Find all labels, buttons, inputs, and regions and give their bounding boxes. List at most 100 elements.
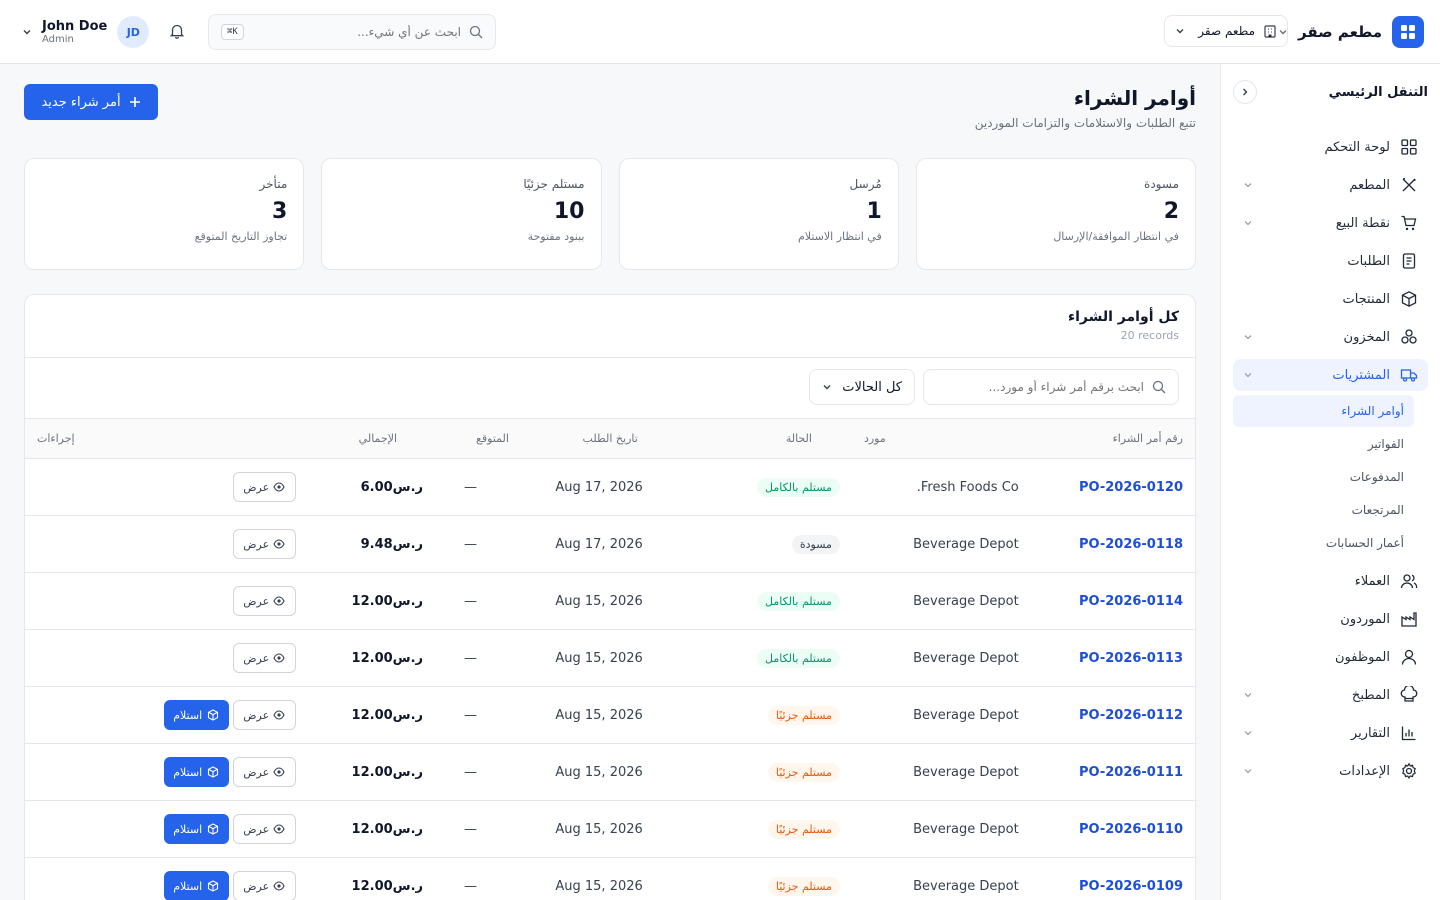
po-number-link[interactable]: PO-2026-0120 [1031,459,1195,516]
chevron-down-icon [1243,728,1253,738]
column-header[interactable]: المتوقع [447,419,537,459]
sidebar-item-dashboard[interactable]: لوحة التحكم [1233,131,1428,163]
table-row[interactable]: PO-2026-0114 Beverage Depot مستلم بالكامل A… [25,573,1195,630]
po-number-link[interactable]: PO-2026-0109 [1031,858,1195,900]
package-icon [207,766,219,778]
status-badge: مسودة [791,534,840,554]
table-header-row: رقم أمر الشراء مورد الحالة تاريخ الطلب ا… [25,418,1195,459]
sidebar-subitem-invoices[interactable]: الفواتير [1233,428,1414,460]
collapse-sidebar-button[interactable] [1233,80,1257,104]
table-row[interactable]: PO-2026-0110 Beverage Depot مستلم جزئيًا Au… [25,801,1195,858]
page-title: أوامر الشراء [1073,86,1196,110]
view-label: عرض [243,765,270,779]
branch-select[interactable]: مطعم صقر [1164,15,1288,47]
chevron-right-icon [1243,88,1248,96]
order-date-cell: Aug 17, 2026 [555,479,643,495]
plus-icon [129,96,141,108]
po-number-link[interactable]: PO-2026-0114 [1031,573,1195,630]
view-button[interactable]: عرض [232,757,296,787]
po-number-link[interactable]: PO-2026-0110 [1031,801,1195,858]
sidebar-item-kitchen[interactable]: المطبخ [1233,679,1428,711]
sidebar-item-customers[interactable]: العملاء [1233,565,1428,597]
total-cell: ر.س12.00 [351,707,424,723]
receive-label: استلام [173,765,203,779]
total-cell: ر.س12.00 [351,821,424,837]
table-row[interactable]: PO-2026-0111 Beverage Depot مستلم جزئيًا Au… [25,744,1195,801]
sidebar-item-label: المنتجات [1342,291,1390,307]
view-button[interactable]: عرض [232,814,296,844]
view-label: عرض [243,822,270,836]
utensils-icon [1400,176,1418,194]
expected-date-cell: — [463,821,477,837]
eye-icon [273,881,285,891]
view-button[interactable]: عرض [232,529,296,559]
orders-search[interactable] [923,369,1179,405]
brand-switcher[interactable]: مطعم صقر [1278,16,1424,48]
sidebar-item-restaurant[interactable]: المطعم [1233,169,1428,201]
actions-cell: عرض [25,573,308,630]
supplier-cell: Beverage Depot [913,536,1019,552]
table-row[interactable]: PO-2026-0112 Beverage Depot مستلم جزئيًا Au… [25,687,1195,744]
chevron-down-icon [1175,26,1185,36]
view-button[interactable]: عرض [232,586,296,616]
table-row[interactable]: PO-2026-0118 Beverage Depot مسودة Aug 17, 2… [25,516,1195,573]
sidebar-item-reports[interactable]: التقارير [1233,717,1428,749]
package-icon [208,766,219,778]
sidebar-item-employees[interactable]: الموظفون [1233,641,1428,673]
row-actions: عرض [97,529,296,559]
global-search[interactable]: K⌘ [208,14,496,50]
eye-icon [273,482,285,492]
status-filter[interactable]: كل الحالات [809,369,915,405]
stat-note: ببنود مفتوحة [527,230,585,243]
view-button[interactable]: عرض [232,871,296,900]
user-menu[interactable]: John Doe Admin JD [22,16,150,48]
sidebar-subitem-purchase-orders[interactable]: أوامر الشراء [1233,395,1414,427]
sidebar-item-settings[interactable]: الإعدادات [1233,755,1428,787]
sidebar-title: التنقل الرئيسي [1328,84,1428,100]
sidebar-subitem-aging[interactable]: أعمار الحسابات [1233,527,1414,559]
view-button[interactable]: عرض [232,643,296,673]
global-search-input[interactable] [251,25,461,39]
purchase-orders-table: رقم أمر الشراء مورد الحالة تاريخ الطلب ا… [25,418,1195,900]
receive-button[interactable]: استلام [163,814,229,844]
po-number-link[interactable]: PO-2026-0118 [1031,516,1195,573]
sidebar-item-suppliers[interactable]: الموردون [1233,603,1428,635]
view-button[interactable]: عرض [232,472,296,502]
column-header[interactable]: مورد [852,419,1031,459]
orders-search-input[interactable] [936,380,1144,394]
sidebar-item-label: العملاء [1354,573,1390,589]
row-actions: استلام عرض [97,757,296,787]
chart-icon [1400,724,1418,742]
column-header[interactable]: تاريخ الطلب [537,419,703,459]
sidebar-item-pos[interactable]: نقطة البيع [1233,207,1428,239]
sidebar-subitem-payments[interactable]: المدفوعات [1233,461,1414,493]
po-number-link[interactable]: PO-2026-0111 [1031,744,1195,801]
total-cell: ر.س12.00 [351,650,424,666]
sidebar-item-purchases[interactable]: المشتريات [1233,359,1428,391]
table-row[interactable]: PO-2026-0113 Beverage Depot مستلم بالكامل A… [25,630,1195,687]
sidebar-item-inventory[interactable]: المخزون [1233,321,1428,353]
column-header[interactable]: الإجمالي [308,419,447,459]
status-badge: مستلم جزئيًا [767,762,840,782]
bell-icon[interactable] [168,22,186,40]
table-row[interactable]: PO-2026-0120 Fresh Foods Co. مستلم بالكامل… [25,459,1195,516]
new-purchase-order-button[interactable]: أمر شراء جديد [24,84,158,120]
po-number-link[interactable]: PO-2026-0113 [1031,630,1195,687]
column-header[interactable]: الحالة [703,419,852,459]
view-button[interactable]: عرض [232,700,296,730]
sidebar-item-orders[interactable]: الطلبات [1233,245,1428,277]
receive-button[interactable]: استلام [163,757,229,787]
po-number-link[interactable]: PO-2026-0112 [1031,687,1195,744]
stat-card-sent: مُرسل 1 في انتظار الاستلام [618,158,899,270]
sidebar-item-products[interactable]: المنتجات [1233,283,1428,315]
column-header[interactable]: رقم أمر الشراء [1031,419,1195,459]
receive-button[interactable]: استلام [163,871,229,900]
order-date-cell: Aug 15, 2026 [555,878,643,894]
status-badge: مستلم جزئيًا [767,705,840,725]
sidebar-item-label: لوحة التحكم [1324,139,1390,155]
sidebar-subitem-returns[interactable]: المرتجعات [1233,494,1414,526]
total-cell: ر.س12.00 [351,593,424,609]
table-row[interactable]: PO-2026-0109 Beverage Depot مستلم جزئيًا Au… [25,858,1195,900]
receive-button[interactable]: استلام [163,700,229,730]
eye-icon [273,481,285,493]
